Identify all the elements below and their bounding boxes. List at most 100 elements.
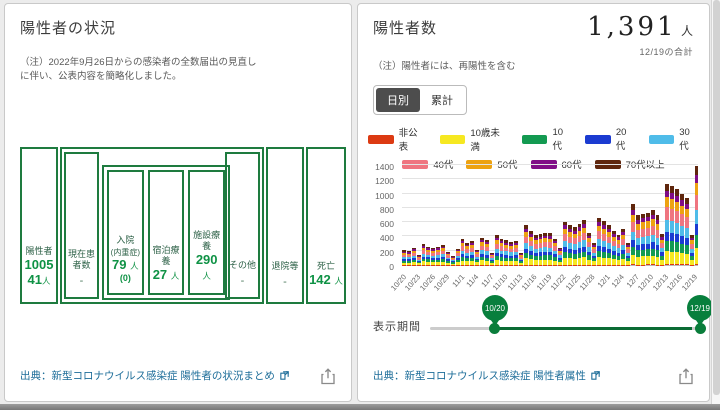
bar [636,215,640,265]
bar [538,234,543,265]
bar-segment [665,231,670,241]
bar-segment [694,174,699,183]
external-link-icon [591,371,600,380]
slider-start-handle[interactable] [489,323,500,334]
stacked-bar-chart[interactable] [402,164,699,266]
bar [655,215,660,265]
view-toggle: 日別 累計 [373,85,467,115]
flow-value: - [240,275,245,287]
x-tick-label: 11/10 [490,272,510,293]
share-button[interactable] [319,367,337,385]
bar-segment [670,251,674,265]
bar-segment [665,251,670,265]
bar-segment [655,256,660,265]
legend-item[interactable]: 10歳未満 [439,125,509,153]
bar-segment [665,240,670,252]
flow-box-other: その他 - [225,152,260,299]
bar-segment [636,256,640,265]
bar [631,204,635,265]
scrollbar[interactable] [711,0,720,410]
right-source-link[interactable]: 出典：新型コロナウイルス感染症 陽性者属性 [373,368,601,383]
bar [577,223,582,265]
bar-segment [665,264,670,265]
bar [426,246,431,265]
flow-box-positive: 陽性者 100541人 [20,147,58,304]
legend-color-marker [439,134,466,144]
legend-color-marker [368,134,394,144]
flow-box-deaths: 死亡 142 人 [306,147,346,304]
bar [484,240,489,265]
bar-segment [582,233,587,241]
tab-daily[interactable]: 日別 [376,88,420,112]
bar [606,225,611,265]
scrollbar-thumb[interactable] [713,0,720,395]
bar-segment [655,264,660,265]
bar [582,220,587,265]
slider-end-balloon: 12/19 [687,295,713,321]
bar [567,225,572,265]
bars-container [402,165,699,265]
left-source-link[interactable]: 出典：新型コロナウイルス感染症 陽性者の状況まとめ [20,368,290,383]
bar [450,256,455,265]
bar-segment [670,264,674,265]
y-tick-label: 1200 [375,176,394,187]
flow-box-hospitalized: 入院 (内重症) 79 人 (0) [107,170,144,295]
total-count-value: 1,391 [587,12,677,42]
legend-color-marker [521,134,548,144]
flow-label: 退院等 [271,261,299,272]
bar [616,234,621,265]
bar-segment [631,264,635,265]
bar-segment [670,185,674,193]
bar-segment [640,236,645,244]
bar-segment [597,256,601,265]
bar-segment [562,257,567,265]
bar [694,165,699,265]
share-button[interactable] [677,367,695,385]
bar [475,249,479,265]
bar-segment [650,248,655,256]
bar [480,237,484,265]
y-tick-label: 1400 [375,162,394,172]
bar [572,227,577,265]
x-tick-label: 10/29 [432,272,452,293]
legend-item[interactable]: 非公表 [368,125,427,153]
bar-segment [679,225,684,236]
bar-segment [684,244,689,254]
slider-active-range [494,327,692,330]
bar-segment [597,238,601,246]
bar-segment [694,248,699,265]
legend-label: 非公表 [398,128,418,153]
date-range-slider[interactable]: 10/20 12/19 [430,295,713,334]
bar-segment [675,264,679,265]
bar [645,212,650,265]
y-tick-label: 800 [379,204,394,215]
bar [406,251,411,265]
bar-segment [650,255,655,265]
slider-end-handle[interactable] [695,323,706,334]
x-tick-label: 11/1 [449,272,466,289]
legend-label: 10代 [552,126,564,152]
tab-cumulative[interactable]: 累計 [420,88,464,112]
external-link-icon [280,371,289,380]
flow-value: 142 人 [309,272,343,288]
bar-segment [640,249,645,257]
bar-segment [640,264,645,265]
bar [441,244,445,265]
flow-label: その他 [228,260,256,271]
bar-segment [640,256,645,265]
y-tick-label: 0 [389,262,394,272]
bar-segment [665,207,670,221]
bar [411,247,416,265]
legend-item[interactable]: 30代 [648,125,699,153]
bar [436,246,440,265]
flow-value: - [79,275,84,287]
legend-item[interactable]: 10代 [521,125,572,153]
x-tick-label: 12/10 [635,272,656,293]
bar-segment [655,237,660,245]
bar [416,255,421,265]
bar-segment [684,253,689,265]
legend-item[interactable]: 20代 [585,125,635,153]
bar-segment [675,211,679,224]
bar-segment [640,228,645,237]
bar [499,238,504,265]
